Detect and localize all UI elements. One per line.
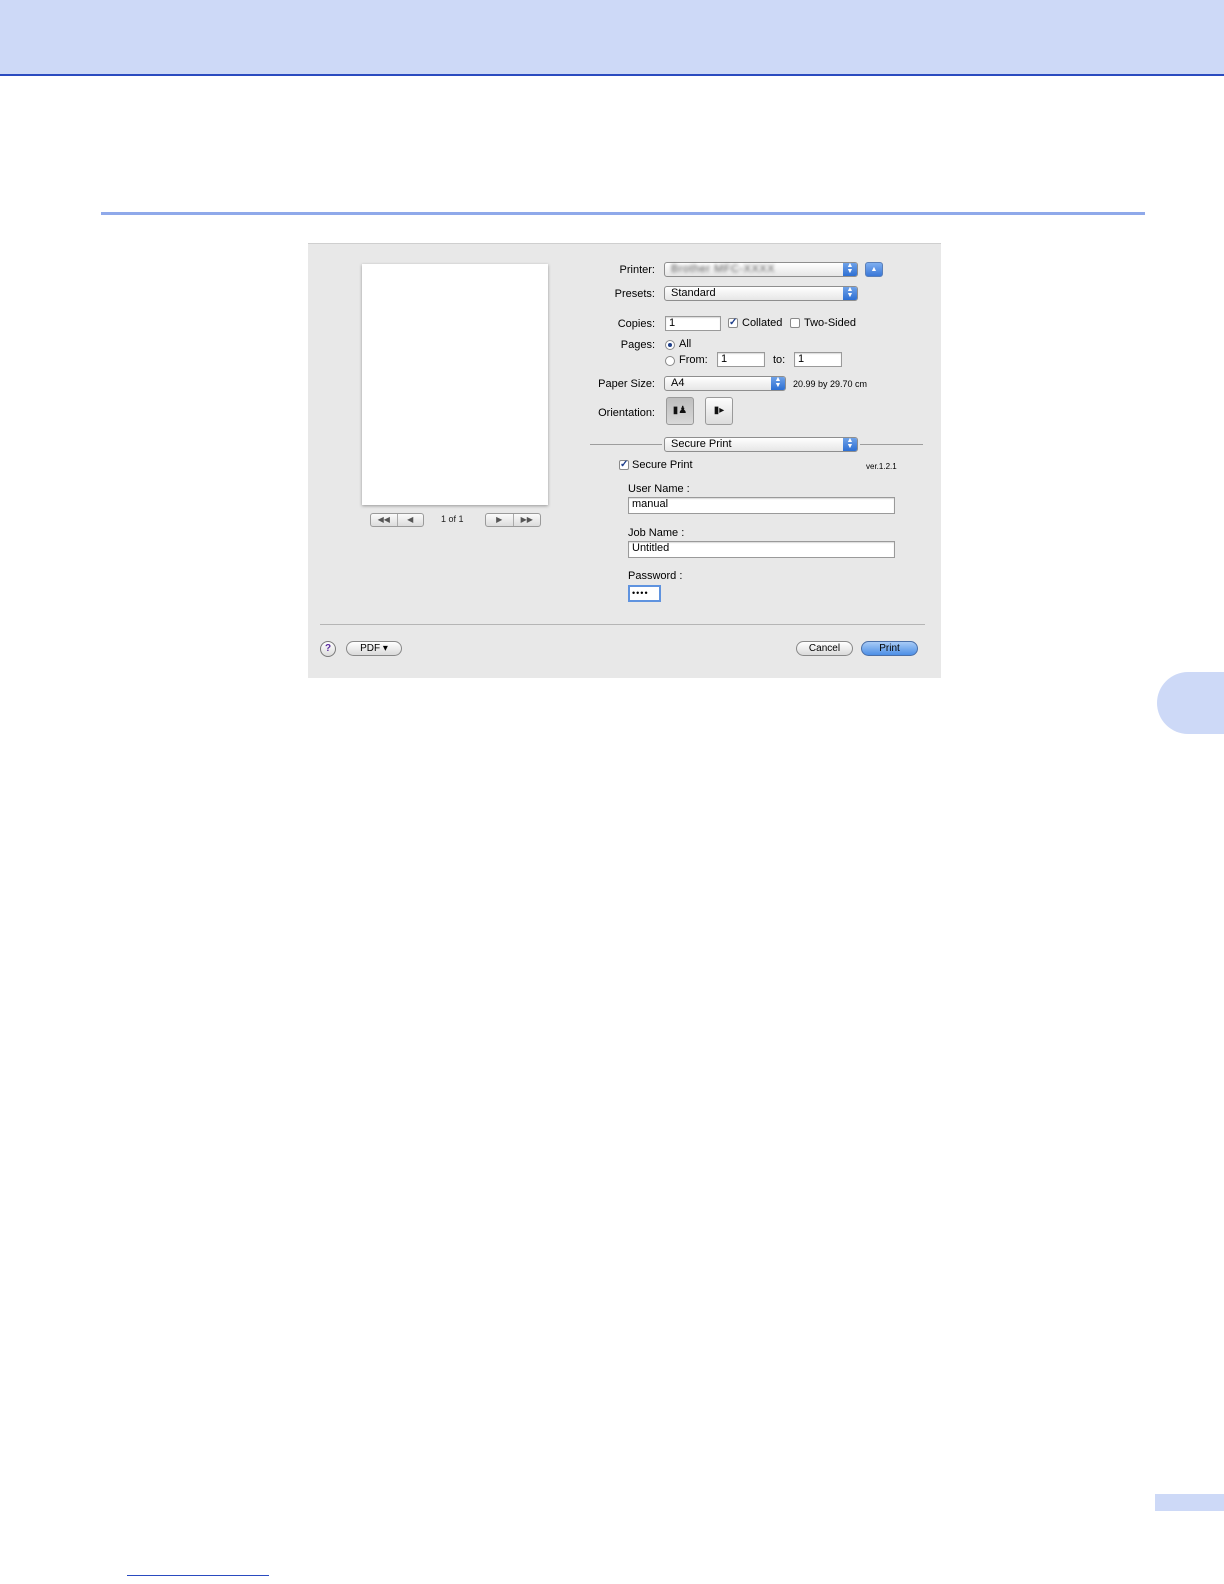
triangle-up-icon[interactable]: ▲ (865, 262, 883, 277)
orientation-label: Orientation: (598, 407, 655, 419)
popup-arrows-icon: ▲ ▼ (771, 376, 785, 390)
copies-field[interactable]: 1 (665, 316, 721, 331)
chapter-tab (1157, 672, 1224, 734)
job-name-field[interactable]: Untitled (628, 541, 895, 558)
presets-popup[interactable]: Standard ▲ ▼ (664, 286, 858, 301)
page-number-tab (1155, 1494, 1224, 1511)
pages-from-label: From: (679, 354, 708, 366)
secure-print-checkbox[interactable]: ✓ (619, 460, 629, 470)
collated-checkbox[interactable]: ✓ (728, 318, 738, 328)
help-icon[interactable]: ? (320, 641, 336, 657)
presets-label: Presets: (614, 288, 655, 300)
popup-arrows-icon: ▲ ▼ (843, 286, 857, 300)
secure-print-label: Secure Print (632, 459, 693, 471)
paper-dimensions: 20.99 by 29.70 cm (793, 379, 868, 389)
panel-popup[interactable]: Secure Print ▲ ▼ (664, 437, 858, 452)
panel-divider-right (860, 444, 923, 445)
password-field[interactable]: •••• (628, 585, 661, 602)
print-dialog: ◀◀ ◀ 1 of 1 ▶ ▶▶ Printer: Brother MFC-XX… (308, 243, 941, 678)
paper-size-value: A4 (671, 377, 685, 389)
footer-divider (320, 624, 925, 625)
printer-label: Printer: (619, 264, 655, 276)
pages-from-field[interactable]: 1 (717, 352, 765, 367)
last-page-button[interactable]: ▶▶ (512, 514, 541, 526)
panel-popup-value: Secure Print (671, 438, 732, 450)
paper-size-popup[interactable]: A4 ▲ ▼ (664, 376, 786, 391)
landscape-orientation-icon[interactable]: ▮▸ (705, 397, 733, 425)
print-preview-page (362, 264, 548, 505)
panel-divider-left (590, 444, 662, 445)
two-sided-label: Two-Sided (804, 317, 856, 329)
pages-to-label: to: (773, 354, 786, 366)
copies-label: Copies: (617, 318, 655, 330)
pages-to-field[interactable]: 1 (794, 352, 842, 367)
presets-value: Standard (671, 287, 716, 299)
footer-link-line (127, 1575, 269, 1576)
collated-label: Collated (742, 317, 783, 329)
pdf-menu-button[interactable]: PDF ▾ (346, 641, 402, 656)
pages-label: Pages: (620, 339, 655, 351)
first-page-button[interactable]: ◀◀ (371, 514, 397, 526)
job-name-label: Job Name : (628, 527, 685, 539)
printer-name: Brother MFC-XXXX (671, 263, 775, 275)
page-header-band (0, 0, 1224, 76)
user-name-field[interactable]: manual (628, 497, 895, 514)
portrait-orientation-icon[interactable]: ▮♟ (666, 397, 694, 425)
section-divider (101, 212, 1145, 215)
pages-from-radio[interactable] (665, 356, 675, 366)
preview-nav-forward: ▶ ▶▶ (485, 513, 541, 527)
pages-all-label: All (679, 338, 692, 350)
printer-popup[interactable]: Brother MFC-XXXX ▲ ▼ (664, 262, 858, 277)
paper-size-label: Paper Size: (598, 378, 655, 390)
preview-page-counter: 1 of 1 (441, 514, 464, 524)
previous-page-button[interactable]: ◀ (396, 514, 424, 526)
user-name-label: User Name : (628, 483, 690, 495)
password-label: Password : (628, 570, 683, 582)
pages-all-radio[interactable] (665, 340, 675, 350)
popup-arrows-icon: ▲ ▼ (843, 437, 857, 451)
next-page-button[interactable]: ▶ (486, 514, 513, 526)
popup-arrows-icon: ▲ ▼ (843, 262, 857, 276)
print-button[interactable]: Print (861, 641, 918, 656)
version-label: ver.1.2.1 (866, 462, 897, 471)
two-sided-checkbox[interactable] (790, 318, 800, 328)
preview-nav-back: ◀◀ ◀ (370, 513, 424, 527)
cancel-button[interactable]: Cancel (796, 641, 853, 656)
